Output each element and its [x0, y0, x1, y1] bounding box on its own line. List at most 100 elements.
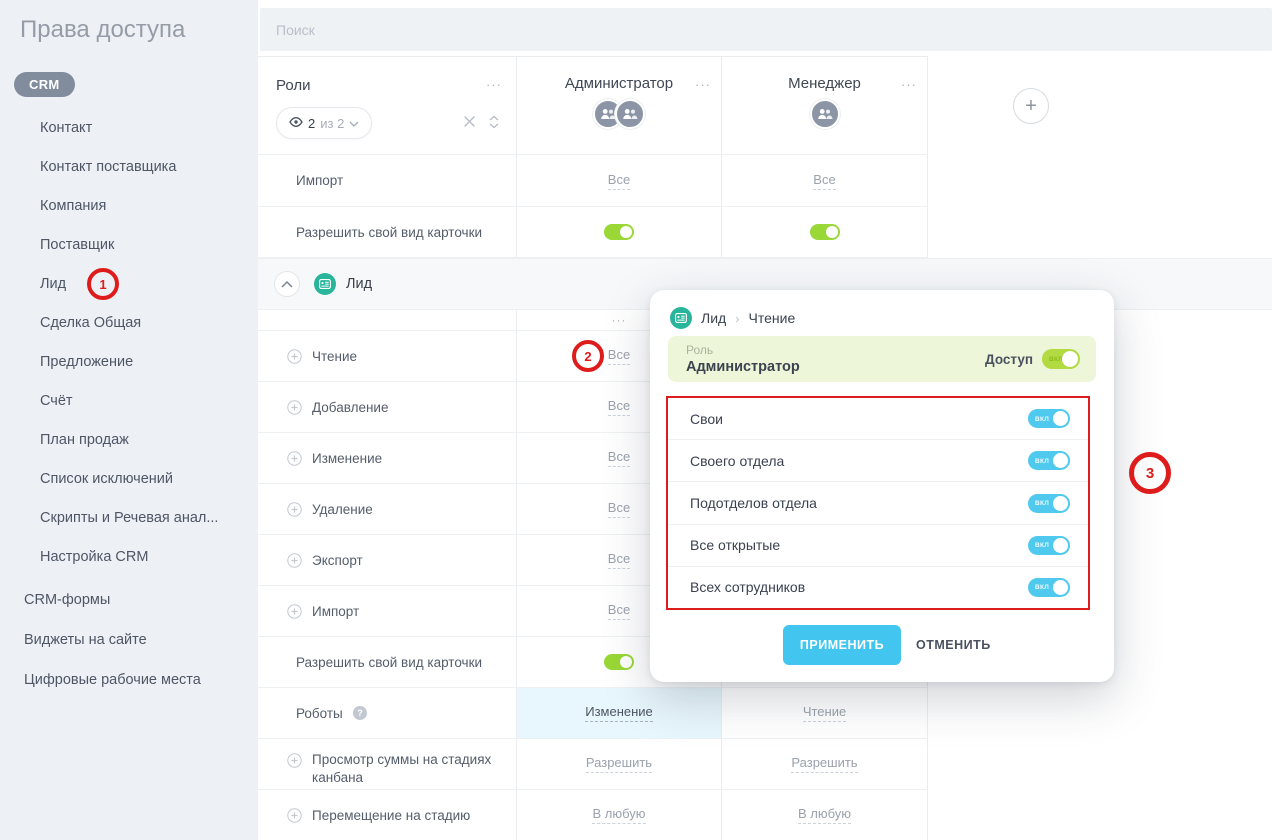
- option-row: Всех сотрудников ВКЛ: [668, 567, 1088, 608]
- plus-circle-icon[interactable]: [287, 604, 302, 619]
- card-view-toggle[interactable]: [604, 654, 634, 670]
- sidebar-item-exclusion-list[interactable]: Список исключений: [0, 460, 258, 499]
- permission-value[interactable]: В любую: [592, 806, 645, 824]
- section-lead-title[interactable]: Лид: [346, 276, 372, 292]
- sidebar-root-list: CRM-формы Виджеты на сайте Цифровые рабо…: [0, 580, 258, 700]
- table-row: Просмотр суммы на стадиях канбана Разреш…: [258, 739, 928, 790]
- plus-circle-icon[interactable]: [287, 349, 302, 364]
- filter-count: 2: [308, 116, 315, 131]
- page-title: Права доступа: [20, 16, 185, 44]
- table-row: Разрешить свой вид карточки: [258, 207, 928, 258]
- option-row: Все открытые ВКЛ: [668, 525, 1088, 567]
- roles-filter-chip[interactable]: 2 из 2: [276, 107, 372, 139]
- lead-entity-icon: [670, 307, 692, 329]
- role-value: Администратор: [686, 359, 800, 375]
- chevron-down-icon: [349, 114, 359, 132]
- option-toggle[interactable]: ВКЛ: [1028, 409, 1070, 428]
- expand-all-icon[interactable]: [488, 115, 500, 134]
- card-view-toggle[interactable]: [810, 224, 840, 240]
- sidebar-item-sales-plan[interactable]: План продаж: [0, 421, 258, 460]
- sidebar-item-scripts[interactable]: Скрипты и Речевая анал...: [0, 499, 258, 538]
- cancel-button[interactable]: ОТМЕНИТЬ: [916, 625, 991, 665]
- card-view-toggle[interactable]: [604, 224, 634, 240]
- permission-label: Чтение: [258, 349, 357, 364]
- administrator-avatars[interactable]: [593, 99, 645, 129]
- plus-circle-icon[interactable]: [287, 502, 302, 517]
- permission-value[interactable]: Разрешить: [586, 755, 652, 773]
- roles-menu-icon[interactable]: ···: [486, 77, 502, 92]
- crm-section-badge[interactable]: CRM: [14, 72, 75, 97]
- svg-text:?: ?: [357, 708, 363, 718]
- permission-value[interactable]: Все: [608, 172, 630, 190]
- sidebar-item-digital-workplaces[interactable]: Цифровые рабочие места: [0, 660, 258, 700]
- option-toggle[interactable]: ВКЛ: [1028, 578, 1070, 597]
- manager-menu-icon[interactable]: ···: [901, 77, 917, 92]
- permission-value[interactable]: Все: [608, 449, 630, 467]
- option-label: Свои: [690, 411, 723, 427]
- column-manager: Менеджер ···: [722, 57, 928, 155]
- permission-value[interactable]: Чтение: [803, 704, 846, 722]
- plus-circle-icon[interactable]: [287, 808, 302, 823]
- lead-entity-icon: [314, 273, 336, 295]
- permission-value[interactable]: Все: [608, 500, 630, 518]
- option-label: Своего отдела: [690, 453, 784, 469]
- permission-value[interactable]: Изменение: [585, 704, 653, 722]
- search-input[interactable]: [260, 8, 1272, 51]
- option-label: Все открытые: [690, 537, 780, 553]
- sidebar-item-crm-forms[interactable]: CRM-формы: [0, 580, 258, 620]
- plus-circle-icon[interactable]: [287, 553, 302, 568]
- manager-avatars[interactable]: [810, 99, 840, 129]
- permission-label: Импорт: [258, 173, 343, 188]
- annotation-circle-2: 2: [572, 340, 604, 372]
- permission-label: Роботы?: [258, 706, 367, 721]
- chevron-right-icon: ›: [735, 311, 739, 326]
- option-row: Подотделов отдела ВКЛ: [668, 482, 1088, 524]
- permission-value[interactable]: Все: [608, 347, 630, 365]
- breadcrumb-entity[interactable]: Лид: [701, 310, 726, 326]
- permission-value[interactable]: Разрешить: [791, 755, 857, 773]
- sidebar-item-quote[interactable]: Предложение: [0, 343, 258, 382]
- access-toggle[interactable]: ВКЛ: [1042, 349, 1080, 369]
- add-role-button[interactable]: +: [1013, 88, 1049, 124]
- access-label: Доступ: [985, 352, 1033, 367]
- sidebar-item-supplier[interactable]: Поставщик: [0, 226, 258, 265]
- roles-header-cell: Роли ··· 2 из 2: [258, 57, 517, 155]
- annotation-circle-1: 1: [87, 268, 119, 300]
- permission-value[interactable]: Все: [608, 398, 630, 416]
- permission-value[interactable]: Все: [608, 602, 630, 620]
- option-toggle[interactable]: ВКЛ: [1028, 451, 1070, 470]
- eye-icon: [289, 114, 303, 132]
- permission-value[interactable]: Все: [813, 172, 835, 190]
- collapse-all-icon[interactable]: [463, 115, 476, 134]
- option-toggle[interactable]: ВКЛ: [1028, 536, 1070, 555]
- column-menu-icon[interactable]: ···: [612, 313, 627, 327]
- permission-label: Удаление: [258, 502, 373, 517]
- sidebar-item-deal[interactable]: Сделка Общая: [0, 304, 258, 343]
- sidebar-crm-list: Контакт Контакт поставщика Компания Пост…: [0, 109, 258, 577]
- option-row: Своего отдела ВКЛ: [668, 440, 1088, 482]
- avatar: [615, 99, 645, 129]
- sidebar-item-site-widgets[interactable]: Виджеты на сайте: [0, 620, 258, 660]
- table-header-row: Роли ··· 2 из 2 Администратор ··· Менедж…: [258, 56, 928, 155]
- permission-value[interactable]: Все: [608, 551, 630, 569]
- collapse-section-icon[interactable]: [274, 271, 300, 297]
- permission-label: Разрешить свой вид карточки: [258, 655, 482, 670]
- sidebar-item-lead[interactable]: Лид: [0, 265, 258, 304]
- popup-breadcrumb: Лид › Чтение: [650, 290, 1114, 329]
- plus-circle-icon[interactable]: [287, 753, 302, 768]
- apply-button[interactable]: ПРИМЕНИТЬ: [783, 625, 901, 665]
- table-row: Импорт Все Все: [258, 155, 928, 207]
- permission-label: Перемещение на стадию: [258, 808, 470, 823]
- sidebar-item-supplier-contact[interactable]: Контакт поставщика: [0, 148, 258, 187]
- option-toggle[interactable]: ВКЛ: [1028, 494, 1070, 513]
- sidebar-item-company[interactable]: Компания: [0, 187, 258, 226]
- sidebar-item-invoice[interactable]: Счёт: [0, 382, 258, 421]
- administrator-menu-icon[interactable]: ···: [695, 77, 711, 92]
- permission-value[interactable]: В любую: [798, 806, 851, 824]
- plus-circle-icon[interactable]: [287, 451, 302, 466]
- help-icon[interactable]: ?: [353, 706, 367, 720]
- permission-label: Разрешить свой вид карточки: [258, 225, 482, 240]
- sidebar-item-crm-settings[interactable]: Настройка CRM: [0, 538, 258, 577]
- plus-circle-icon[interactable]: [287, 400, 302, 415]
- sidebar-item-contact[interactable]: Контакт: [0, 109, 258, 148]
